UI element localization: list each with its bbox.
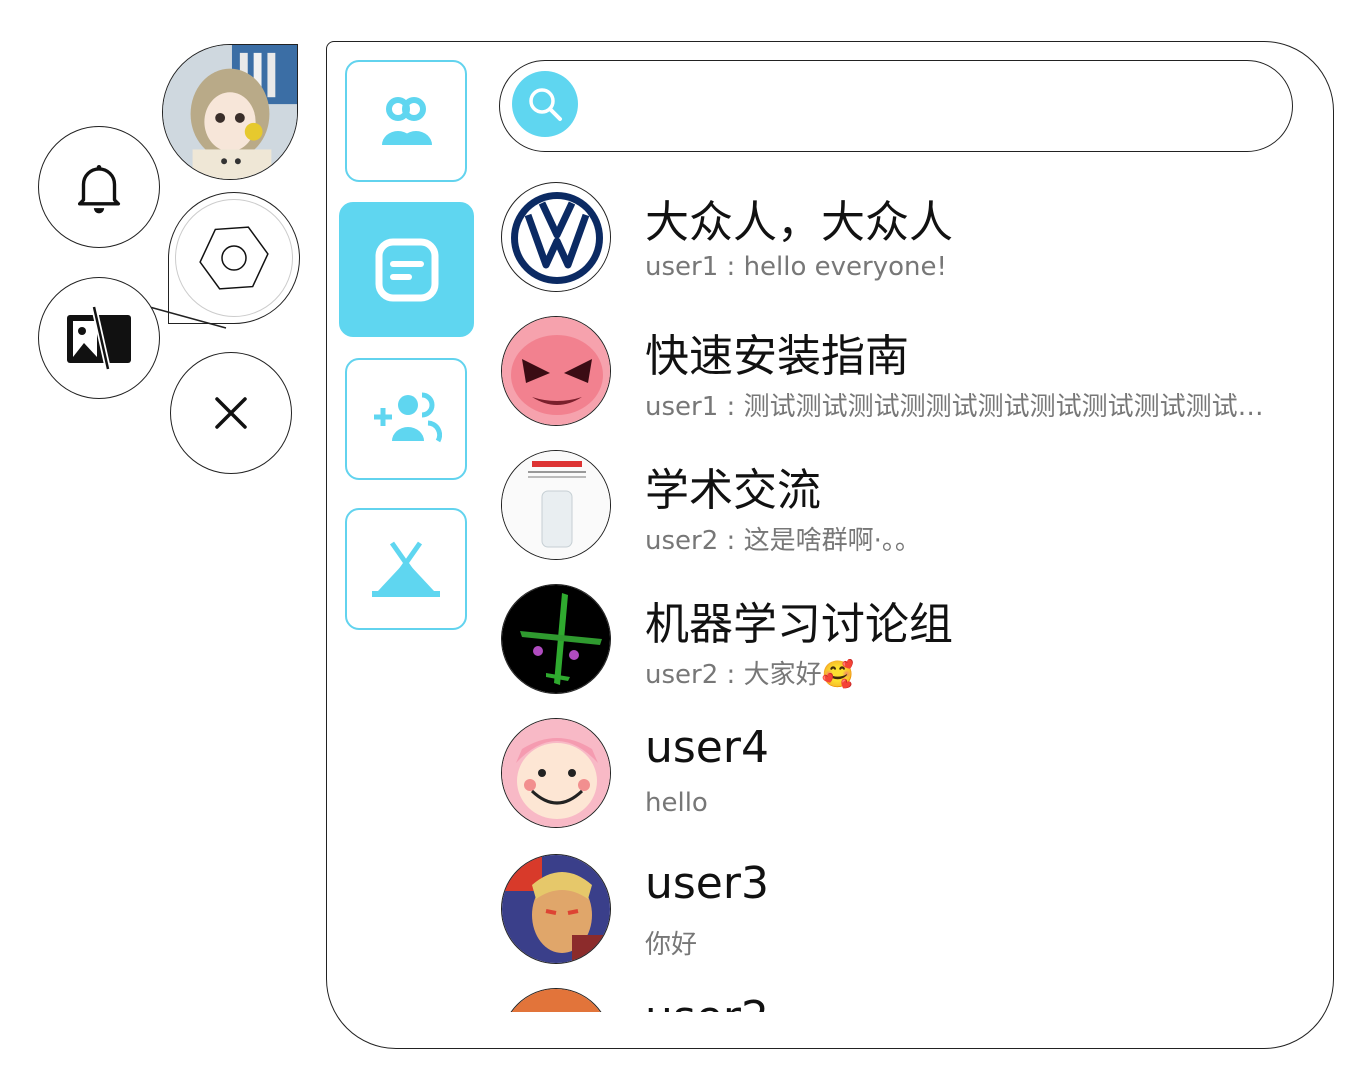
friends-tab[interactable] [345, 60, 467, 182]
user-avatar [501, 718, 611, 828]
search-icon [529, 88, 562, 121]
conversation-title: 机器学习讨论组 [645, 599, 953, 650]
conversation-item[interactable]: 机器学习讨论组 user2 : 大家好🥰 [499, 582, 1299, 712]
preview-message: 你好 [645, 930, 698, 960]
conversation-item[interactable]: user2 [499, 986, 1299, 1012]
game-hero-avatar [502, 855, 610, 963]
group-avatar [501, 316, 611, 426]
pink-face-avatar [502, 317, 610, 425]
conversation-item[interactable]: user4 hello [499, 716, 1299, 846]
preview-message: 大家好🥰 [743, 660, 854, 690]
airplane-avatar [502, 585, 610, 693]
user-avatar[interactable] [162, 44, 298, 180]
conversation-item[interactable]: 大众人，大众人 user1 : hello everyone! [499, 180, 1299, 310]
conversation-list: 大众人，大众人 user1 : hello everyone! 快速安装指南 u… [499, 180, 1299, 1012]
preview-separator: : [718, 392, 744, 422]
preview-message: 这是啥群啊·。。 [743, 526, 921, 556]
conversation-preview: 你好 [645, 924, 1277, 961]
preview-separator: : [718, 526, 744, 556]
group-avatar [501, 450, 611, 560]
conversation-title: 快速安装指南 [645, 331, 909, 382]
preview-message: hello everyone! [743, 252, 947, 282]
game-avatar [502, 989, 610, 1012]
search-input[interactable] [590, 75, 1274, 137]
image-toggle-button[interactable] [38, 277, 160, 399]
close-button[interactable] [170, 352, 292, 474]
notification-button[interactable] [38, 126, 160, 248]
conversation-item[interactable]: user3 你好 [499, 852, 1299, 982]
user-avatar [501, 988, 611, 1012]
preview-sender: user2 [645, 660, 719, 690]
chat-panel: 大众人，大众人 user1 : hello everyone! 快速安装指南 u… [326, 41, 1334, 1049]
smiley-avatar [502, 719, 610, 827]
preview-sender: user1 [645, 252, 719, 282]
search-button[interactable] [512, 71, 578, 137]
cup-avatar [502, 451, 610, 559]
group-avatar [501, 584, 611, 694]
tent-icon [372, 541, 440, 597]
conversation-preview: user1 : 测试测试测试测测试测试测试测试测试测试测试测试测试 [645, 386, 1277, 423]
preview-separator: : [718, 660, 744, 690]
conversation-preview: user2 : 这是啥群啊·。。 [645, 520, 1277, 557]
add-friend-tab[interactable] [345, 358, 467, 480]
search-bar [499, 60, 1293, 152]
conversation-preview: hello [645, 788, 1277, 818]
preview-sender: user2 [645, 526, 719, 556]
group-avatar [501, 182, 611, 292]
user-avatar-image [163, 45, 297, 179]
vw-logo-icon [504, 185, 610, 291]
preview-message: 测试测试测试测测试测试测试测试测试测试测试测试测试 [743, 392, 1277, 422]
conversation-title: 大众人，大众人 [645, 197, 953, 248]
conversation-item[interactable]: 学术交流 user2 : 这是啥群啊·。。 [499, 448, 1299, 578]
bell-icon [77, 165, 121, 214]
conversation-title: user3 [645, 858, 769, 909]
hide-image-icon [67, 306, 131, 370]
message-icon [375, 238, 438, 301]
preview-message: hello [645, 788, 708, 818]
conversation-title: user2 [645, 992, 769, 1012]
close-icon [215, 397, 247, 429]
messages-tab[interactable] [339, 202, 474, 337]
add-user-icon [374, 392, 442, 443]
conversation-title: 学术交流 [645, 465, 821, 516]
camp-tab[interactable] [345, 508, 467, 630]
conversation-preview: user2 : 大家好🥰 [645, 654, 1277, 691]
friends-icon [382, 97, 432, 145]
conversation-title: user4 [645, 722, 769, 773]
conversation-item[interactable]: 快速安装指南 user1 : 测试测试测试测测试测试测试测试测试测试测试测试测试 [499, 314, 1299, 444]
conversation-preview: user1 : hello everyone! [645, 252, 1277, 282]
preview-separator: : [718, 252, 744, 282]
preview-sender: user1 [645, 392, 719, 422]
user-avatar [501, 854, 611, 964]
